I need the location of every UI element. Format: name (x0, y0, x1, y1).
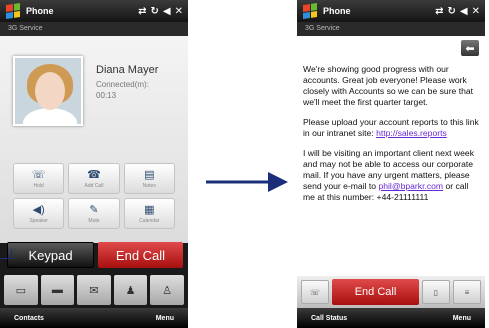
add-contact-icon[interactable]: ♙ (150, 275, 184, 305)
keypad-button[interactable]: Keypad (7, 242, 94, 268)
phone-call-screen: Phone ⇄ ↻ ◀ ✕ 3G Service Diana Mayer Con… (0, 0, 188, 328)
speaker-button[interactable]: ◀) Speaker (13, 198, 65, 229)
title-bar: Phone ⇄ ↻ ◀ ✕ (297, 0, 485, 22)
back-icon[interactable]: ⬅ (461, 40, 479, 56)
add-call-icon: ☎ (87, 168, 101, 181)
carrier-label: 3G Service (0, 22, 188, 36)
mail-icon[interactable]: ✉ (77, 275, 111, 305)
phone-message-screen: Phone ⇄ ↻ ◀ ✕ 3G Service ⬅ We're showing… (297, 0, 485, 328)
volume-icon[interactable]: ◀ (163, 6, 171, 17)
message-icon[interactable]: ▬ (40, 275, 75, 305)
email-link[interactable]: phil@bparkr.com (378, 181, 443, 191)
message-paragraph: Please upload your account reports to th… (303, 117, 479, 138)
volume-icon[interactable]: ◀ (460, 6, 468, 17)
signal-icon[interactable]: ⇄ (435, 6, 443, 17)
calendar-button[interactable]: ▦ Calendar (123, 198, 175, 229)
softkey-menu[interactable]: Menu (156, 315, 174, 322)
call-area: Diana Mayer Connected(m): 00:13 ☏ Hold ☎ A… (0, 36, 188, 243)
callout-line (0, 258, 12, 259)
end-call-button[interactable]: End Call (98, 242, 183, 268)
close-icon[interactable]: ✕ (175, 6, 183, 17)
app-title: Phone (323, 6, 351, 16)
windows-start-icon[interactable] (303, 3, 317, 19)
message-paragraph: We're showing good progress with our acc… (303, 64, 474, 107)
phone-hold-icon: ☏ (31, 168, 46, 181)
settings-icon[interactable]: ≡ (453, 280, 481, 304)
notes-button[interactable]: ▤ Notes (123, 163, 175, 194)
contact-icon[interactable]: ♟ (113, 275, 148, 305)
calendar-icon: ▦ (144, 203, 155, 216)
speaker-icon: ◀) (32, 203, 45, 216)
message-view: ⬅ We're showing good progress with our a… (297, 36, 485, 276)
call-status-icon[interactable]: ☏ (301, 280, 329, 304)
contact-photo (13, 56, 83, 126)
call-function-buttons: ☏ Hold ☎ Add Call ▤ Notes ◀) Speaker ✎ Mute ▦… (13, 163, 175, 229)
sync-icon[interactable]: ↻ (151, 6, 159, 17)
arrow-right-icon (206, 172, 288, 192)
in-call-strip: ☏ End Call ▯ ≡ (297, 276, 485, 308)
sync-icon[interactable]: ↻ (448, 6, 456, 17)
call-timer: 00:13 (96, 91, 117, 100)
status-icons: ⇄ ↻ ◀ ✕ (138, 6, 183, 17)
contact-card-icon[interactable]: ▭ (4, 275, 38, 305)
title-bar: Phone ⇄ ↻ ◀ ✕ (0, 0, 188, 22)
softkey-bar: Call Status Menu (297, 308, 485, 328)
softkey-bar: Contacts Menu (0, 308, 188, 328)
mute-button[interactable]: ✎ Mute (68, 198, 120, 229)
windows-start-icon[interactable] (6, 3, 20, 19)
notes-icon: ▤ (144, 168, 155, 181)
carrier-label: 3G Service (297, 22, 485, 36)
softkey-call-status[interactable]: Call Status (311, 315, 347, 322)
close-icon[interactable]: ✕ (472, 6, 480, 17)
softkey-menu[interactable]: Menu (453, 315, 471, 322)
call-status: Connected(m): (96, 80, 149, 89)
message-paragraph: I will be visiting an important client n… (303, 148, 474, 202)
status-icons: ⇄ ↻ ◀ ✕ (435, 6, 480, 17)
mute-icon: ✎ (89, 203, 99, 216)
end-call-button[interactable]: End Call (332, 279, 419, 305)
contact-name: Diana Mayer (96, 64, 159, 76)
intranet-link[interactable]: http://sales.reports (376, 128, 447, 138)
softkey-contacts[interactable]: Contacts (14, 315, 44, 322)
call-action-row: Keypad End Call (7, 242, 183, 268)
quick-toolbar: ▭ ▬ ✉ ♟ ♙ (4, 275, 184, 305)
speaker-icon[interactable]: ▯ (422, 280, 450, 304)
hold-button[interactable]: ☏ Hold (13, 163, 65, 194)
signal-icon[interactable]: ⇄ (138, 6, 146, 17)
add-call-button[interactable]: ☎ Add Call (68, 163, 120, 194)
app-title: Phone (26, 6, 54, 16)
message-body: We're showing good progress with our acc… (303, 64, 479, 212)
